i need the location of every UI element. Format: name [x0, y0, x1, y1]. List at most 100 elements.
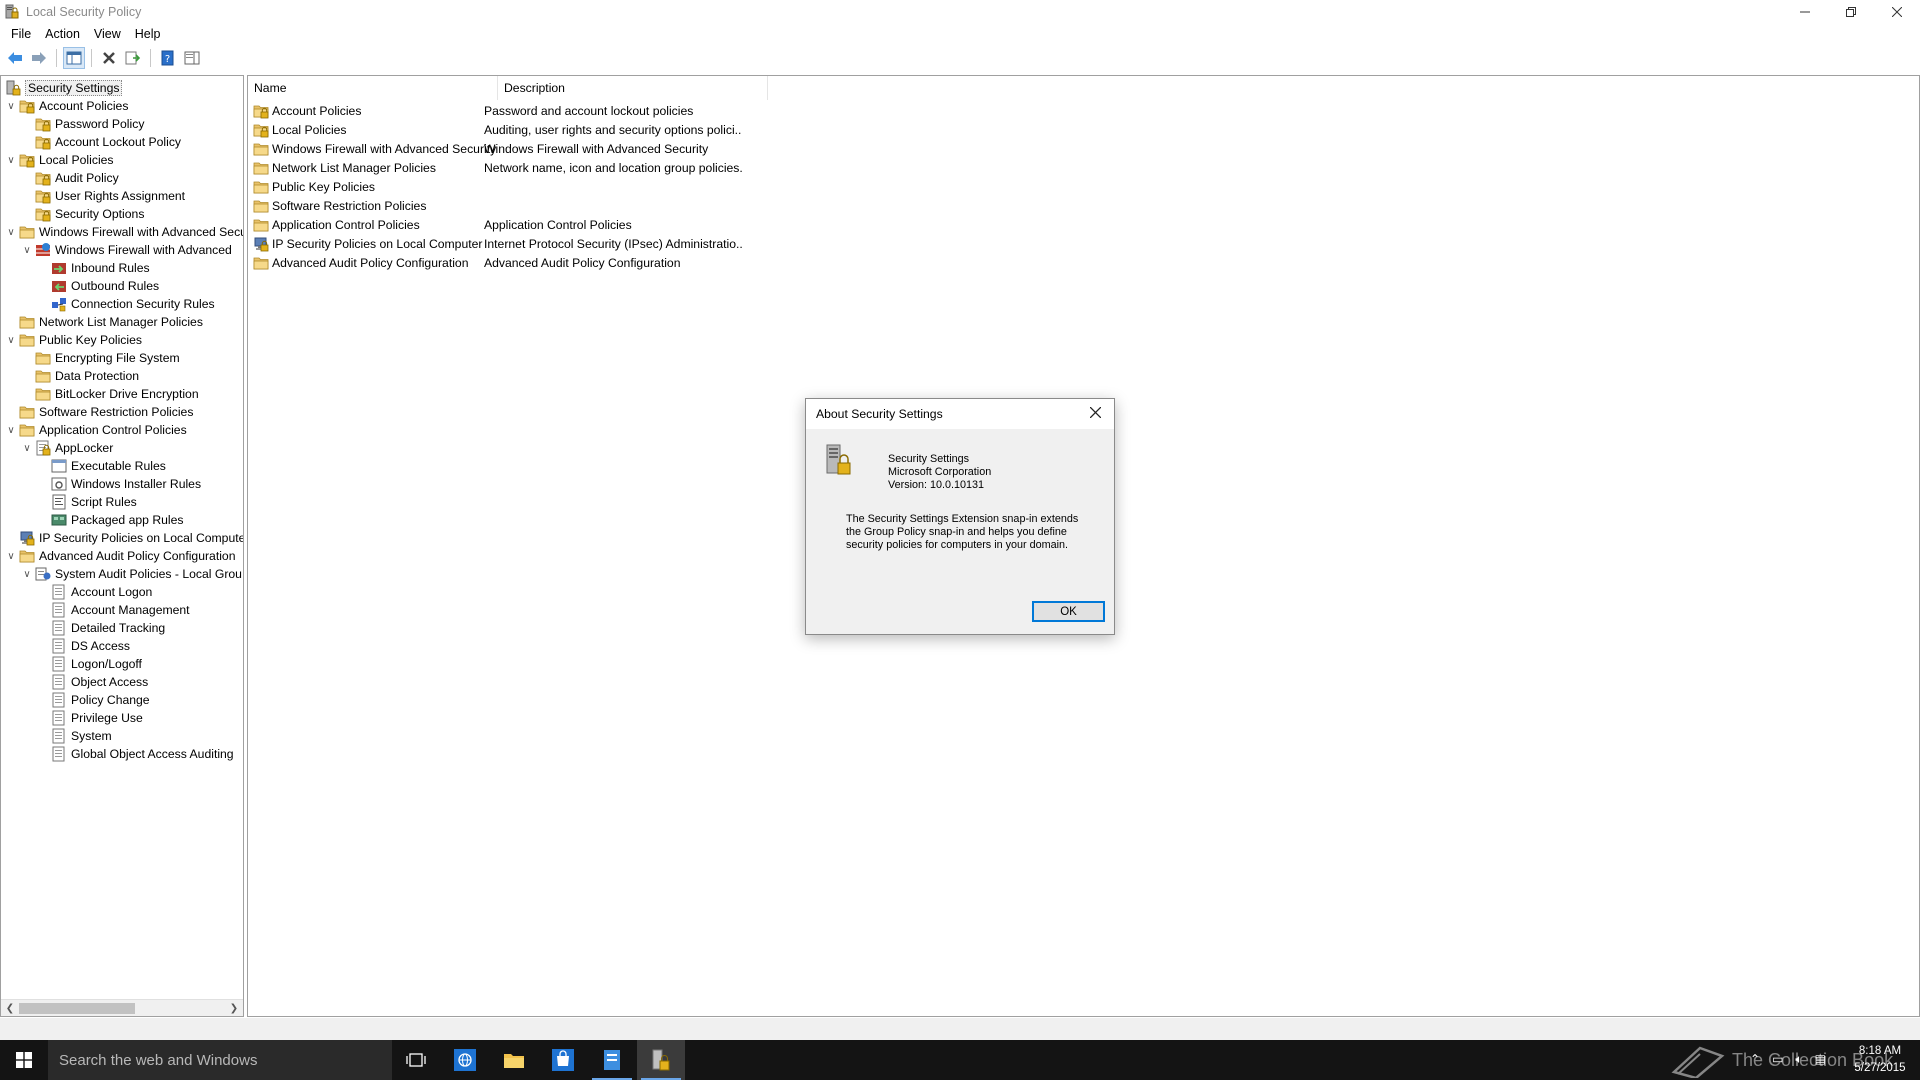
chevron-down-icon[interactable]: ∨ — [5, 331, 17, 349]
tree-item-label: Account Lockout Policy — [55, 135, 182, 149]
tree-horizontal-scrollbar[interactable]: ❮ ❯ — [1, 999, 243, 1016]
tree-item-label: Advanced Audit Policy Configuration — [39, 549, 236, 563]
tree-item[interactable]: ∨ System Audit Policies - Local Grou — [21, 565, 242, 583]
tree-item[interactable]: DS Access — [37, 637, 130, 655]
tree-item[interactable]: ∨ Advanced Audit Policy Configuration — [5, 547, 235, 565]
show-hidden-icons-icon[interactable]: ⌃ — [1750, 1052, 1760, 1067]
minimize-button[interactable] — [1782, 0, 1828, 24]
tree-item[interactable]: Software Restriction Policies — [5, 403, 193, 421]
tree-item[interactable]: Connection Security Rules — [37, 295, 215, 313]
taskbar-browser-button[interactable] — [441, 1040, 489, 1080]
close-window-button[interactable] — [1874, 0, 1920, 24]
tree-item[interactable]: ∨ Local Policies — [5, 151, 114, 169]
menu-view[interactable]: View — [87, 27, 128, 41]
taskbar-clock[interactable]: 8:18 AM 5/27/2015 — [1848, 1043, 1912, 1077]
back-button[interactable] — [4, 47, 26, 69]
tree-item[interactable]: Logon/Logoff — [37, 655, 142, 673]
taskbar-search-box[interactable]: Search the web and Windows — [48, 1040, 392, 1080]
taskbar-store-button[interactable] — [539, 1040, 587, 1080]
list-row[interactable]: Account Policies Password and account loc… — [248, 101, 742, 120]
column-header-name[interactable]: Name — [248, 76, 498, 100]
tree-item[interactable]: Network List Manager Policies — [5, 313, 203, 331]
tree-item-label: Encrypting File System — [55, 351, 180, 365]
chevron-down-icon[interactable]: ∨ — [5, 97, 17, 115]
taskbar-security-policy-button[interactable] — [637, 1040, 685, 1080]
tree-item[interactable]: Policy Change — [37, 691, 150, 709]
chevron-down-icon[interactable]: ∨ — [21, 439, 33, 457]
chevron-down-icon[interactable]: ∨ — [5, 547, 17, 565]
taskbar-file-explorer-button[interactable] — [490, 1040, 538, 1080]
scrollbar-thumb[interactable] — [19, 1003, 135, 1014]
tree-item[interactable]: Global Object Access Auditing — [37, 745, 234, 763]
tree-item[interactable]: Password Policy — [21, 115, 144, 133]
tree-item-label: Privilege Use — [71, 711, 143, 725]
tree-item[interactable]: ∨ AppLocker — [21, 439, 113, 457]
column-header-description[interactable]: Description — [498, 76, 768, 100]
tree-item[interactable]: ∨ Public Key Policies — [5, 331, 142, 349]
chevron-down-icon[interactable]: ∨ — [21, 565, 33, 583]
list-item-name: Windows Firewall with Advanced Security — [272, 141, 497, 156]
tree-item[interactable]: Executable Rules — [37, 457, 166, 475]
list-row[interactable]: Windows Firewall with Advanced Security W… — [248, 139, 742, 158]
export-list-button[interactable] — [122, 47, 144, 69]
tree-item[interactable]: Encrypting File System — [21, 349, 180, 367]
tree-item[interactable]: Security Options — [21, 205, 144, 223]
console-tree-pane[interactable]: ❮ ❯ Security Settings ∨ Account Policies Pa… — [0, 75, 244, 1017]
list-row[interactable]: Software Restriction Policies — [248, 196, 742, 215]
list-row[interactable]: Local Policies Auditing, user rights and … — [248, 120, 742, 139]
list-cell-name: Account Policies — [248, 103, 482, 119]
help-button[interactable]: ? — [157, 47, 179, 69]
taskbar-document-button[interactable] — [588, 1040, 636, 1080]
menu-file[interactable]: File — [4, 27, 38, 41]
tree-item[interactable]: Packaged app Rules — [37, 511, 183, 529]
chevron-down-icon[interactable]: ∨ — [5, 151, 17, 169]
tree-item[interactable]: ∨ Windows Firewall with Advanced — [21, 241, 232, 259]
volume-icon[interactable]: 🔈︎ — [1795, 1052, 1802, 1067]
chevron-down-icon[interactable]: ∨ — [21, 241, 33, 259]
list-row[interactable]: Application Control Policies Application … — [248, 215, 742, 234]
tree-item[interactable]: Audit Policy — [21, 169, 119, 187]
restore-button[interactable] — [1828, 0, 1874, 24]
tree-item[interactable]: Security Settings — [5, 79, 123, 97]
chevron-down-icon[interactable]: ∨ — [5, 421, 17, 439]
tree-item[interactable]: Data Protection — [21, 367, 139, 385]
tree-item[interactable]: System — [37, 727, 112, 745]
show-hide-action-pane-button[interactable] — [181, 47, 203, 69]
action-center-icon[interactable]: ▤ — [1815, 1052, 1826, 1067]
forward-button[interactable] — [28, 47, 50, 69]
start-button[interactable] — [0, 1040, 48, 1080]
tree-item[interactable]: Inbound Rules — [37, 259, 150, 277]
tree-item[interactable]: Detailed Tracking — [37, 619, 165, 637]
network-icon[interactable]: ▭ — [1772, 1052, 1783, 1067]
chevron-down-icon[interactable]: ∨ — [5, 223, 17, 241]
tree-item[interactable]: BitLocker Drive Encryption — [21, 385, 199, 403]
tree-item[interactable]: ∨ Windows Firewall with Advanced Secu — [5, 223, 243, 241]
tree-item[interactable]: ∨ Application Control Policies — [5, 421, 186, 439]
tree-item[interactable]: Windows Installer Rules — [37, 475, 201, 493]
tree-item[interactable]: Object Access — [37, 673, 148, 691]
tree-item[interactable]: IP Security Policies on Local Compute — [5, 529, 243, 547]
tree-item[interactable]: Account Logon — [37, 583, 152, 601]
ok-button[interactable]: OK — [1032, 601, 1105, 622]
show-hide-console-tree-button[interactable] — [63, 47, 85, 69]
list-row[interactable]: Advanced Audit Policy Configuration Advan… — [248, 253, 742, 272]
tree-item[interactable]: Account Management — [37, 601, 190, 619]
list-row[interactable]: IP Security Policies on Local Computer In… — [248, 234, 742, 253]
scroll-right-icon[interactable]: ❯ — [227, 1002, 241, 1015]
dialog-close-button[interactable] — [1082, 401, 1108, 423]
tree-item[interactable]: User Rights Assignment — [21, 187, 185, 205]
scroll-left-icon[interactable]: ❮ — [3, 1002, 17, 1015]
delete-button[interactable] — [98, 47, 120, 69]
menu-help[interactable]: Help — [128, 27, 168, 41]
tree-item[interactable]: Privilege Use — [37, 709, 143, 727]
tree-item[interactable]: Outbound Rules — [37, 277, 159, 295]
tree-item[interactable]: Account Lockout Policy — [21, 133, 181, 151]
tree-item[interactable]: ∨ Account Policies — [5, 97, 128, 115]
script-rules-icon — [52, 494, 66, 510]
task-view-button[interactable] — [392, 1040, 440, 1080]
menu-action[interactable]: Action — [38, 27, 87, 41]
list-row[interactable]: Public Key Policies — [248, 177, 742, 196]
tree-item[interactable]: Script Rules — [37, 493, 137, 511]
list-row[interactable]: Network List Manager Policies Network nam… — [248, 158, 742, 177]
